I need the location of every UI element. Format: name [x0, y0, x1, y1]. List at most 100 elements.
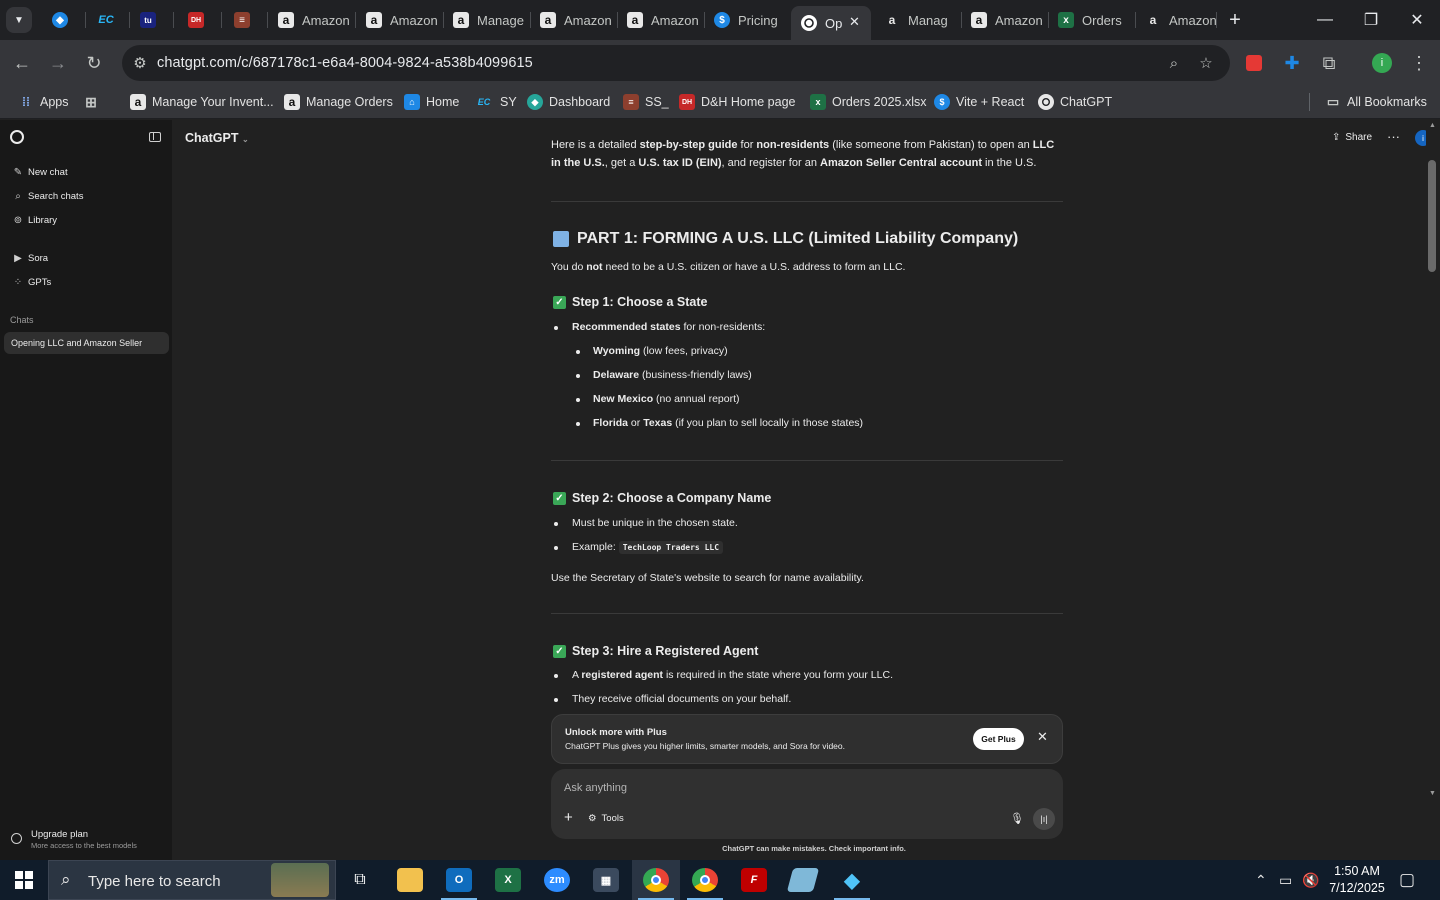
bookmark-dh-home[interactable]: DH D&H Home page — [679, 92, 796, 112]
bookmark-ss[interactable]: ≡ SS_ — [623, 92, 669, 112]
browser-tab[interactable]: ≡ — [224, 6, 268, 34]
filezilla-icon[interactable]: F — [730, 860, 778, 900]
folder-icon: ▭ — [1326, 94, 1340, 109]
sidebar-item-library[interactable]: ⊚ Library — [12, 211, 57, 229]
bullet — [576, 422, 580, 426]
browser-tab[interactable]: DH — [178, 6, 222, 34]
scroll-up-arrow-icon[interactable]: ▲ — [1429, 122, 1436, 129]
bookmark-manage-orders[interactable]: a Manage Orders — [284, 92, 393, 112]
outlook-icon[interactable]: O — [435, 860, 483, 900]
browser-tab[interactable]: a Manage — [443, 6, 531, 34]
network-icon[interactable]: ▭ — [1279, 872, 1292, 889]
composer: + ⚙Tools 🎙 |ı| — [551, 769, 1063, 839]
bookmark-home[interactable]: ⌂ Home — [404, 92, 459, 112]
browser-tab[interactable]: tu — [130, 6, 174, 34]
browser-menu-kebab-icon[interactable]: ⋮ — [1405, 49, 1433, 77]
browser-tab[interactable]: a Amazon — [356, 6, 444, 34]
chatgpt-icon — [801, 15, 817, 31]
taskbar-search-box[interactable]: ⌕ Type here to search — [48, 860, 336, 900]
dashboard-icon: ◆ — [527, 94, 543, 110]
openai-logo-icon[interactable] — [10, 130, 24, 144]
reload-icon[interactable]: ↻ — [80, 49, 108, 77]
windows-logo-icon — [15, 871, 33, 889]
site-info-icon[interactable]: ⚙ — [130, 53, 150, 73]
forward-arrow-icon[interactable]: → — [44, 49, 72, 77]
browser-tab[interactable]: a Manag — [874, 6, 962, 34]
close-icon[interactable]: ✕ — [1037, 729, 1048, 745]
teal-diamond-app-icon[interactable]: ◆ — [828, 860, 876, 900]
file-explorer-icon[interactable] — [386, 860, 434, 900]
share-button[interactable]: ⇪ Share — [1332, 132, 1372, 143]
task-view-icon[interactable]: ⧉ — [336, 860, 384, 900]
bookmark-orders-xlsx[interactable]: x Orders 2025.xlsx — [810, 92, 926, 112]
browser-tab-active[interactable]: Op ✕ — [791, 6, 871, 40]
microphone-icon[interactable]: 🎙 — [1010, 812, 1024, 825]
notes-app-icon[interactable] — [779, 860, 827, 900]
part1-subtitle: You do not need to be a U.S. citizen or … — [551, 261, 906, 273]
sidebar-item-gpts[interactable]: ⁘ GPTs — [12, 273, 51, 291]
prompt-input[interactable] — [564, 779, 984, 797]
bookmark-star-icon[interactable]: ☆ — [1196, 53, 1216, 73]
excel-icon[interactable]: X — [484, 860, 532, 900]
back-arrow-icon[interactable]: ← — [8, 49, 36, 77]
sidebar-item-search-chats[interactable]: ⌕ Search chats — [12, 187, 83, 205]
scroll-down-arrow-icon[interactable]: ▼ — [1429, 790, 1436, 797]
browser-tab[interactable]: ◆ — [42, 6, 86, 34]
tab-label: Amazon — [1169, 12, 1217, 28]
model-selector[interactable]: ChatGPT ⌄ — [185, 131, 249, 145]
bookmark-manage-inventory[interactable]: a Manage Your Invent... — [130, 92, 274, 112]
notifications-icon[interactable]: ▢ — [1399, 870, 1415, 890]
close-sidebar-icon[interactable] — [149, 132, 161, 142]
chrome-icon-active[interactable] — [632, 860, 680, 900]
zoom-icon[interactable]: zm — [533, 860, 581, 900]
browser-tab[interactable]: a Amazon — [617, 6, 705, 34]
profile-avatar[interactable]: i — [1368, 49, 1396, 77]
amazon-icon: a — [1149, 13, 1157, 27]
bookmark-sy[interactable]: EC SY — [474, 92, 517, 112]
calculator-icon[interactable]: ▦ — [582, 860, 630, 900]
upgrade-plan-button[interactable]: Upgrade plan — [31, 829, 88, 840]
tab-search-button[interactable]: ▼ — [6, 7, 32, 33]
stack-icon: ≡ — [234, 12, 250, 28]
minimize-window-icon[interactable]: — — [1302, 0, 1348, 40]
chrome-icon[interactable] — [681, 860, 729, 900]
promo-title: Unlock more with Plus — [565, 727, 667, 738]
show-hidden-icons-chevron-icon[interactable]: ⌃ — [1255, 872, 1267, 889]
pinned-extension-icon[interactable] — [1240, 49, 1268, 77]
address-bar[interactable]: ⚙ chatgpt.com/c/687178c1-e6a4-8004-9824-… — [122, 45, 1230, 81]
add-attachment-plus-icon[interactable]: + — [564, 809, 573, 826]
browser-tab[interactable]: x Orders — [1048, 6, 1136, 34]
all-bookmarks[interactable]: ▭ All Bookmarks — [1325, 92, 1427, 112]
browser-tab[interactable]: $ Pricing — [704, 6, 792, 34]
volume-muted-icon[interactable]: 🔇 — [1302, 872, 1319, 889]
get-plus-button[interactable]: Get Plus — [973, 728, 1024, 750]
more-options-icon[interactable]: ··· — [1387, 129, 1400, 144]
sidebar-item-new-chat[interactable]: ✎ New chat — [12, 163, 68, 181]
bookmark-vite-react[interactable]: $ Vite + React — [934, 92, 1024, 112]
bookmark-chatgpt[interactable]: ChatGPT — [1038, 92, 1112, 112]
bookmark-tab-groups[interactable]: ⊞ — [83, 92, 105, 112]
system-clock[interactable]: 1:50 AM 7/12/2025 — [1329, 863, 1385, 897]
bookmark-divider — [1309, 93, 1310, 111]
tools-button[interactable]: ⚙ Tools — [588, 813, 624, 824]
zoom-magnifier-icon[interactable]: ⌕ — [1164, 53, 1184, 73]
tab-close-icon[interactable]: ✕ — [849, 14, 860, 30]
browser-tab[interactable]: a Amazon — [268, 6, 356, 34]
browser-tab[interactable]: a Amazon — [530, 6, 618, 34]
bookmark-apps[interactable]: ⁞⁞ Apps — [18, 92, 69, 112]
extension-blue-icon[interactable]: ✚ — [1278, 49, 1306, 77]
browser-tab[interactable]: a Amazon — [1135, 6, 1217, 34]
bookmark-dashboard[interactable]: ◆ Dashboard — [527, 92, 610, 112]
start-button[interactable] — [0, 860, 48, 900]
restore-window-icon[interactable]: ❐ — [1348, 0, 1394, 40]
voice-mode-icon[interactable]: |ı| — [1033, 808, 1055, 830]
close-window-icon[interactable]: ✕ — [1394, 0, 1440, 40]
extensions-puzzle-icon[interactable]: ⧉ — [1315, 49, 1343, 77]
new-tab-plus-icon[interactable]: + — [1223, 8, 1247, 32]
sidebar-item-sora[interactable]: ▶ Sora — [12, 249, 48, 267]
scrollbar-thumb[interactable] — [1428, 160, 1436, 272]
browser-tab[interactable]: EC — [86, 6, 130, 34]
browser-tab[interactable]: a Amazon — [961, 6, 1049, 34]
bookmarks-bar: ⁞⁞ Apps ⊞ a Manage Your Invent... a Manage … — [0, 86, 1440, 193]
bullet — [576, 350, 580, 354]
